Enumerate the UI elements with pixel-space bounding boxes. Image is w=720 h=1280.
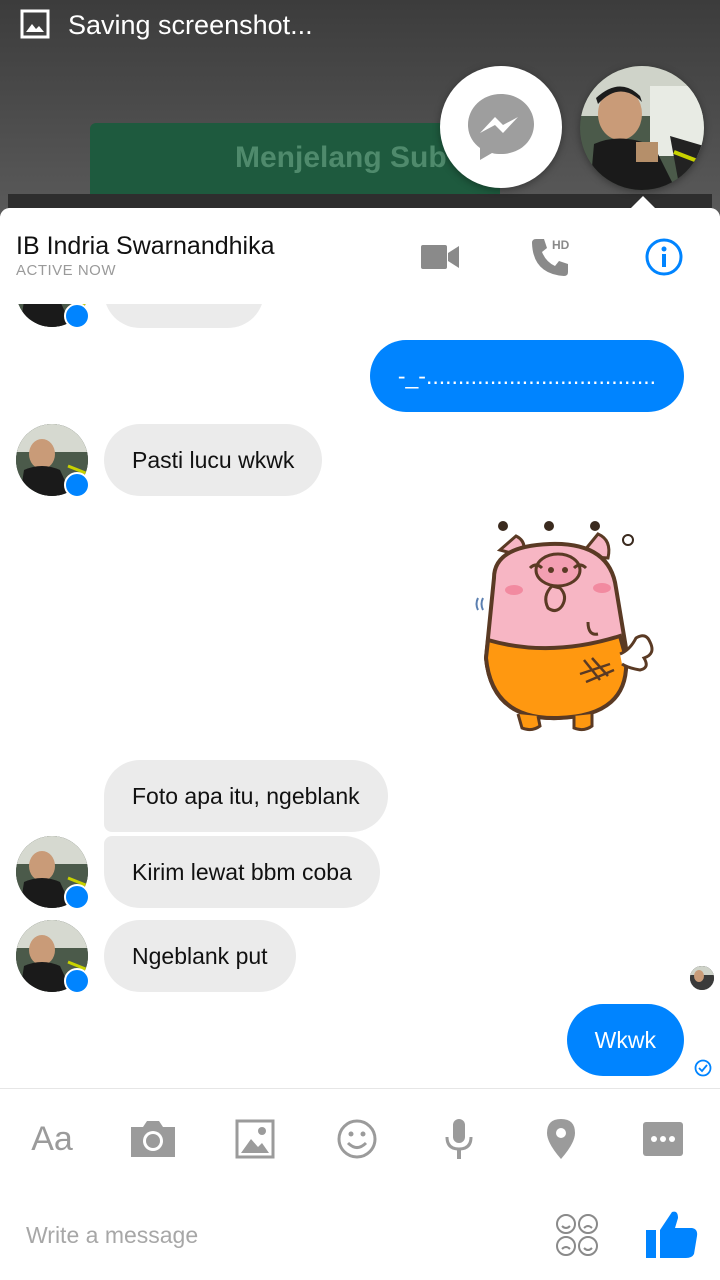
messenger-badge — [64, 304, 90, 329]
like-button[interactable] — [644, 1206, 700, 1262]
more-button[interactable] — [637, 1113, 689, 1165]
chat-panel: IB Indria Swarnandhika ACTIVE NOW HD -_-… — [0, 208, 720, 1280]
messenger-icon — [468, 94, 534, 160]
emoji-button[interactable] — [331, 1113, 383, 1165]
pig-sticker[interactable] — [470, 518, 670, 738]
microphone-button[interactable] — [433, 1113, 485, 1165]
status-bar: Saving screenshot... — [0, 0, 720, 50]
location-button[interactable] — [535, 1113, 587, 1165]
delivered-check-icon — [694, 1059, 712, 1077]
messenger-badge — [64, 968, 90, 994]
composer — [0, 1184, 720, 1280]
emoji-icon — [337, 1119, 377, 1159]
messenger-badge — [64, 884, 90, 910]
contact-chat-head[interactable] — [580, 66, 704, 190]
incoming-message[interactable]: Kirim lewat bbm coba — [104, 836, 380, 908]
contact-avatar — [580, 66, 704, 190]
camera-button[interactable] — [127, 1113, 179, 1165]
microphone-icon — [445, 1119, 473, 1159]
composer-toolbar: Aa — [0, 1088, 720, 1185]
status-notification: Saving screenshot... — [68, 10, 313, 40]
seen-avatar — [690, 966, 714, 990]
contact-name[interactable]: IB Indria Swarnandhika — [16, 232, 274, 261]
text-icon: Aa — [31, 1119, 73, 1158]
text-button[interactable]: Aa — [26, 1113, 78, 1165]
incoming-message[interactable]: Foto apa itu, ngeblank — [104, 760, 388, 832]
like-icon — [646, 1211, 698, 1258]
gallery-icon — [235, 1119, 275, 1159]
location-icon — [547, 1119, 575, 1159]
gallery-button[interactable] — [229, 1113, 281, 1165]
camera-icon — [131, 1121, 175, 1157]
stickers-button[interactable] — [554, 1212, 600, 1258]
outgoing-message[interactable]: Wkwk — [566, 1004, 684, 1076]
hd-badge: HD — [552, 238, 570, 252]
incoming-message[interactable]: Pasti lucu wkwk — [104, 424, 323, 496]
incoming-message[interactable] — [104, 304, 264, 328]
incoming-message[interactable]: Ngeblank put — [104, 920, 296, 992]
video-call-button[interactable] — [415, 232, 465, 282]
messenger-badge — [64, 472, 90, 498]
more-icon — [643, 1122, 683, 1156]
message-input[interactable] — [24, 1214, 448, 1256]
video-call-icon — [421, 245, 459, 269]
background-card-title: Menjelang Sub — [235, 141, 447, 174]
info-icon — [645, 238, 683, 276]
stickers-icon — [556, 1214, 598, 1256]
outgoing-message[interactable]: -_-.................................... — [369, 340, 684, 412]
message-list[interactable]: -_-.................................... … — [0, 304, 720, 1088]
conversation-header: IB Indria Swarnandhika ACTIVE NOW HD — [0, 208, 720, 305]
presence-status: ACTIVE NOW — [16, 262, 117, 279]
voice-call-button[interactable]: HD — [525, 232, 575, 282]
image-icon — [20, 9, 50, 39]
info-button[interactable] — [639, 232, 689, 282]
messenger-chat-head[interactable] — [440, 66, 562, 188]
